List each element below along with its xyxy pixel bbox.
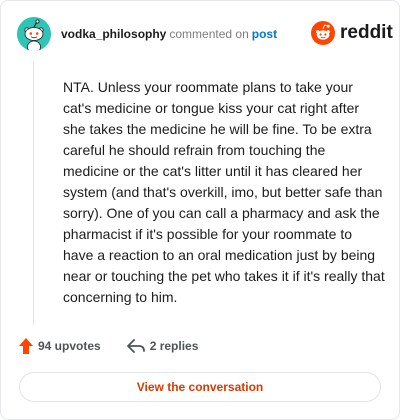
username[interactable]: vodka_philosophy bbox=[61, 27, 166, 41]
thread-line bbox=[33, 61, 34, 325]
replies-stat[interactable]: 2 replies bbox=[126, 339, 199, 353]
replies-count: 2 replies bbox=[149, 339, 199, 353]
view-conversation-button[interactable]: View the conversation bbox=[19, 372, 381, 402]
snoo-avatar-icon bbox=[17, 17, 51, 51]
upvotes-count: 94 upvotes bbox=[38, 339, 101, 353]
post-link[interactable]: post bbox=[252, 27, 277, 41]
reply-arrow-icon bbox=[126, 339, 145, 353]
comment-stats: 94 upvotes 2 replies bbox=[19, 338, 224, 354]
comment-header: vodka_philosophy commented on post bbox=[61, 26, 277, 42]
reddit-snoo-icon bbox=[311, 21, 335, 45]
reddit-brand[interactable]: reddit bbox=[311, 21, 393, 45]
upvotes-stat[interactable]: 94 upvotes bbox=[19, 338, 101, 354]
reddit-wordmark: reddit bbox=[340, 22, 393, 43]
commented-on-text: commented on bbox=[169, 27, 249, 41]
upvote-arrow-icon bbox=[19, 338, 33, 354]
comment-body: NTA. Unless your roommate plans to take … bbox=[63, 79, 385, 305]
comment-embed-card: vodka_philosophy commented on post reddit … bbox=[0, 0, 400, 420]
user-avatar[interactable] bbox=[17, 17, 51, 51]
